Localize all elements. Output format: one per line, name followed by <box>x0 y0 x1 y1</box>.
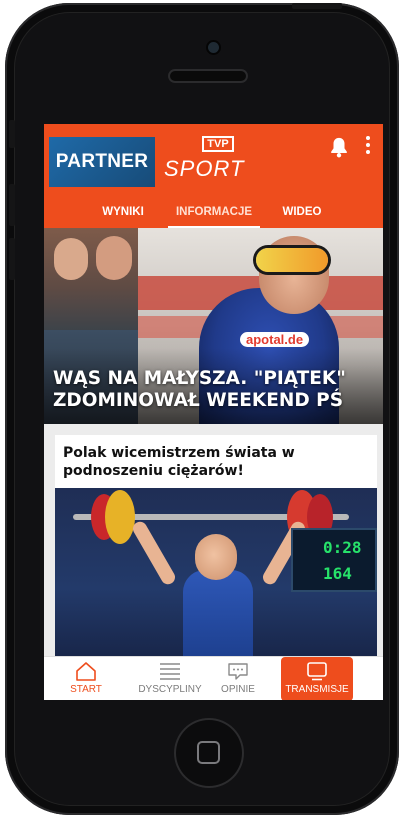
chat-icon <box>228 663 248 680</box>
article-card[interactable]: Polak wicemistrzem świata w podnoszeniu … <box>55 435 377 656</box>
lifter-arm-left <box>130 519 178 587</box>
power-button <box>292 3 342 9</box>
home-icon <box>76 662 96 681</box>
hero-headline-line1: WĄS NA MAŁYSZA. "PIĄTEK" <box>53 368 346 389</box>
article-image[interactable]: 0:28 164 <box>55 488 377 656</box>
hero-headline-line2: ZDOMINOWAŁ WEEKEND PŚ <box>53 390 344 411</box>
mute-switch <box>9 120 15 148</box>
nav-dyscypliny-label: DYSCYPLINY <box>138 684 202 695</box>
bell-icon[interactable] <box>328 136 350 158</box>
earpiece-speaker <box>168 69 248 83</box>
ski-goggles <box>256 248 328 272</box>
more-options-icon[interactable] <box>364 136 372 158</box>
lifter-body <box>183 570 253 656</box>
lifter-head <box>195 534 237 580</box>
bottom-navigation: START DYSCYPLINY OPINIE TRANSMISJE <box>44 656 383 700</box>
app-screen: PARTNER TVP SPORT WYNIKI INFORMACJE WIDE… <box>44 124 383 700</box>
athlete-face-1 <box>54 238 88 280</box>
nav-dyscypliny[interactable]: DYSCYPLINY <box>134 657 206 700</box>
article-title[interactable]: Polak wicemistrzem świata w podnoszeniu … <box>63 444 363 480</box>
nav-transmisje[interactable]: TRANSMISJE <box>281 657 353 700</box>
scoreboard: 0:28 164 <box>291 528 377 592</box>
hero-article[interactable]: apotal.de WĄS NA MAŁYSZA. "PIĄTEK" ZDOMI… <box>44 228 383 424</box>
category-tabs: WYNIKI INFORMACJE WIDEO <box>44 198 383 228</box>
athlete-face-2 <box>96 236 132 280</box>
nav-start[interactable]: START <box>50 657 122 700</box>
sponsor-logo: apotal.de <box>240 332 310 347</box>
volume-down-button <box>9 238 15 280</box>
tvp-sport-logo[interactable]: TVP SPORT <box>162 136 272 184</box>
home-square-icon <box>197 741 220 764</box>
nav-start-label: START <box>70 684 102 695</box>
scoreboard-time: 0:28 <box>323 538 362 557</box>
front-camera <box>208 42 219 53</box>
nav-opinie[interactable]: OPINIE <box>202 657 274 700</box>
nav-opinie-label: OPINIE <box>221 684 255 695</box>
logo-tvp-box: TVP <box>202 136 234 152</box>
scoreboard-weight: 164 <box>323 564 352 583</box>
home-button[interactable] <box>174 718 244 788</box>
app-header: PARTNER TVP SPORT <box>44 124 383 198</box>
tab-informacje[interactable]: INFORMACJE <box>168 198 260 228</box>
tab-wyniki[interactable]: WYNIKI <box>92 198 154 228</box>
plate-left-yellow <box>105 490 135 544</box>
list-icon <box>160 663 180 680</box>
tv-icon <box>307 662 327 681</box>
nav-transmisje-label: TRANSMISJE <box>285 684 349 695</box>
logo-sport-word: SPORT <box>164 156 245 181</box>
tab-wideo[interactable]: WIDEO <box>272 198 332 228</box>
volume-up-button <box>9 184 15 226</box>
hero-headline[interactable]: WĄS NA MAŁYSZA. "PIĄTEK" ZDOMINOWAŁ WEEK… <box>53 368 378 412</box>
partner-banner[interactable]: PARTNER <box>49 137 155 187</box>
